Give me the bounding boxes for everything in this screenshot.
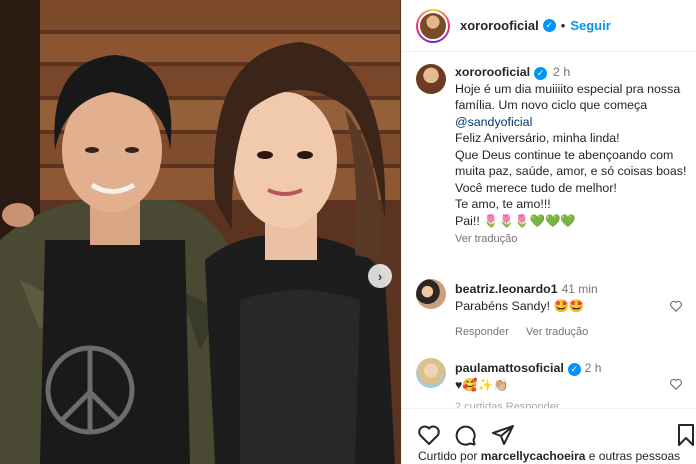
caption-line-5: Te amo, te amo!!! bbox=[455, 197, 551, 211]
caption-line-6: Pai!! 🌷🌷🌷💚💚💚 bbox=[455, 213, 576, 228]
liked-by-user[interactable]: marcellycachoeira bbox=[481, 449, 586, 463]
comment-like-icon[interactable] bbox=[669, 377, 683, 391]
chevron-right-icon: › bbox=[377, 268, 383, 284]
heart-icon[interactable] bbox=[417, 423, 441, 447]
comment-time: 2 h bbox=[584, 361, 602, 375]
caption-line-1: Hoje é um dia muiiiito especial pra noss… bbox=[455, 81, 681, 113]
comment-item: paulamattosoficial ✓ 2 h ♥🥰✨👏🏼 bbox=[455, 360, 687, 393]
post-caption: xororooficial ✓ 2 h Hoje é um dia muiiiito… bbox=[455, 64, 687, 248]
comment-time: 41 min bbox=[561, 282, 598, 296]
bookmark-icon[interactable] bbox=[674, 423, 696, 447]
liked-by-suffix[interactable]: e outras pessoas bbox=[585, 449, 680, 463]
caption-line-4: Você merece tudo de melhor! bbox=[455, 180, 617, 195]
post-header: xororooficial ✓ • Seguir bbox=[402, 0, 696, 52]
comment-username[interactable]: beatriz.leonardo1 bbox=[455, 282, 558, 296]
avatar[interactable] bbox=[416, 8, 450, 43]
verified-icon: ✓ bbox=[534, 66, 548, 80]
post-side-panel: xororooficial ✓ • Seguir xororooficial ✓ 2… bbox=[401, 0, 696, 464]
caption-time[interactable]: 2 h bbox=[553, 65, 570, 79]
comment-item: beatriz.leonardo1 41 min Parabéns Sandy! … bbox=[455, 281, 687, 341]
share-icon[interactable] bbox=[491, 423, 515, 447]
follow-button[interactable]: Seguir bbox=[570, 18, 610, 33]
liked-by-text: Curtido por marcellycachoeira e outras p… bbox=[418, 449, 680, 463]
post-author-username[interactable]: xororooficial bbox=[460, 18, 539, 33]
mention-link[interactable]: @sandyoficial bbox=[455, 115, 532, 129]
separator-dot: • bbox=[560, 18, 566, 33]
translate-link[interactable]: Ver tradução bbox=[526, 326, 588, 338]
comment-username[interactable]: paulamattosoficial bbox=[455, 361, 564, 375]
comment-avatar[interactable] bbox=[416, 279, 446, 309]
reply-button[interactable]: Responder bbox=[455, 326, 509, 338]
comment-avatar[interactable] bbox=[416, 358, 446, 388]
comment-text: ♥🥰✨👏🏼 bbox=[455, 377, 509, 392]
carousel-next-button[interactable]: › bbox=[368, 264, 392, 288]
caption-line-2: Feliz Aniversário, minha linda! bbox=[455, 131, 620, 145]
caption-avatar[interactable] bbox=[416, 64, 446, 94]
comment-icon[interactable] bbox=[453, 423, 477, 447]
liked-by-prefix: Curtido por bbox=[418, 449, 481, 463]
photo-illustration bbox=[0, 0, 401, 464]
comment-text: Parabéns Sandy! 🤩🤩 bbox=[455, 298, 585, 313]
post-photo[interactable]: › bbox=[0, 0, 401, 464]
comment-like-icon[interactable] bbox=[669, 299, 683, 313]
see-translation-link[interactable]: Ver tradução bbox=[455, 231, 687, 248]
caption-username[interactable]: xororooficial bbox=[455, 65, 530, 79]
verified-icon: ✓ bbox=[542, 19, 556, 32]
verified-icon: ✓ bbox=[567, 362, 581, 376]
caption-line-3: Que Deus continue te abençoando com muit… bbox=[455, 147, 687, 179]
